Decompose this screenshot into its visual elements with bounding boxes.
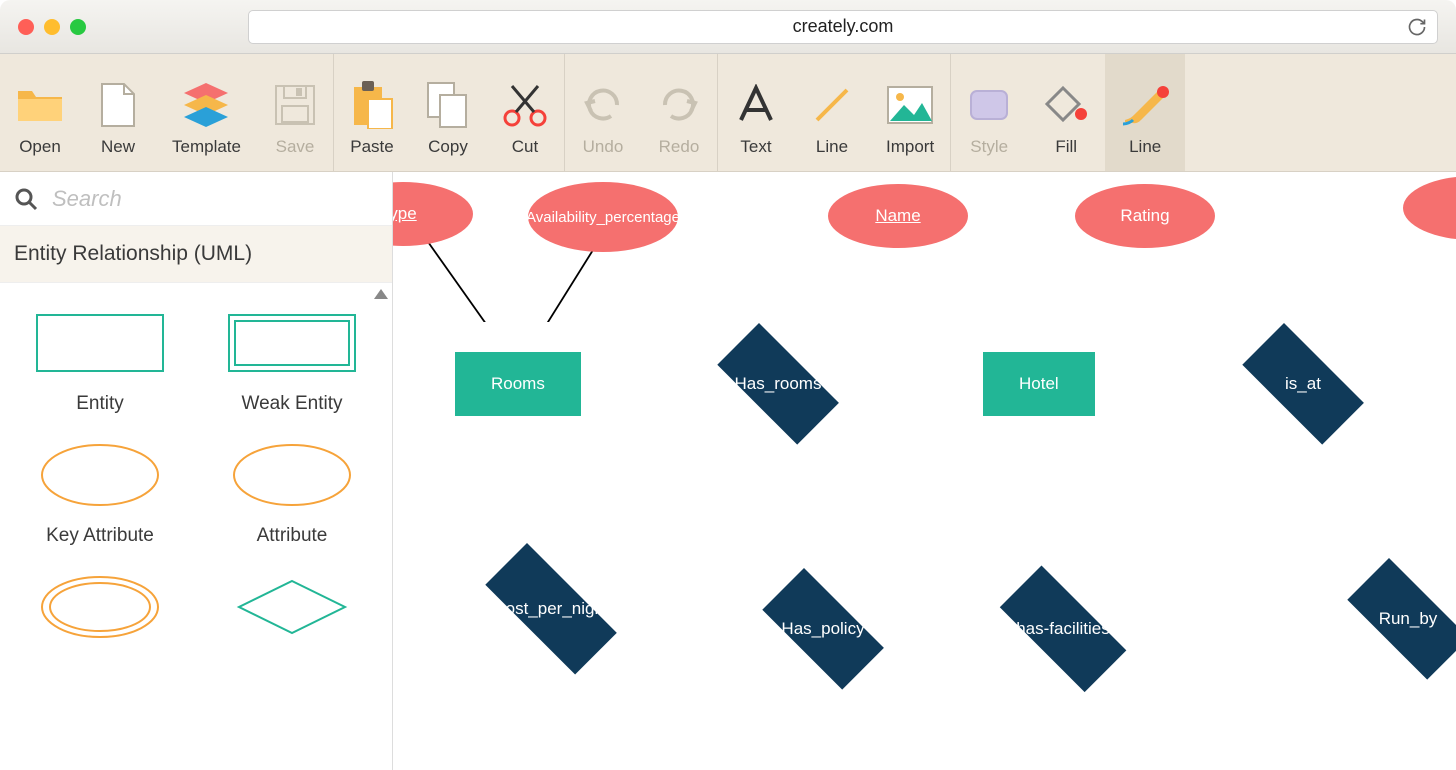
palette-item-key-attribute[interactable]: Key Attribute [8, 439, 192, 547]
window-controls [18, 19, 86, 35]
attribute-name[interactable]: Name [828, 184, 968, 248]
entity-rooms[interactable]: Rooms [455, 352, 581, 416]
pencil-icon [1121, 81, 1169, 129]
style-button[interactable]: Style [951, 54, 1027, 171]
import-button[interactable]: Import [870, 54, 950, 171]
line-icon [811, 81, 853, 129]
cut-label: Cut [512, 137, 538, 157]
attribute-rating[interactable]: Rating [1075, 184, 1215, 248]
palette-item-entity[interactable]: Entity [8, 307, 192, 415]
template-button[interactable]: Template [156, 54, 257, 171]
paint-bucket-icon [1043, 81, 1089, 129]
relationship-has-facilities[interactable]: has-facilities [978, 587, 1148, 671]
line-insert-label: Line [816, 137, 848, 157]
maximize-window-button[interactable] [70, 19, 86, 35]
open-label: Open [19, 137, 61, 157]
palette-section-header[interactable]: Entity Relationship (UML) [0, 226, 392, 283]
palette-item-label: Key Attribute [46, 525, 154, 547]
line-tool-label: Line [1129, 137, 1161, 157]
document-icon [98, 81, 138, 129]
browser-chrome: creately.com [0, 0, 1456, 54]
layers-icon [182, 81, 230, 129]
save-icon [274, 81, 316, 129]
redo-button[interactable]: Redo [641, 54, 717, 171]
attribute-st[interactable]: St [1403, 176, 1456, 240]
relationship-has-policy[interactable]: Has_policy [743, 587, 903, 671]
save-button[interactable]: Save [257, 54, 333, 171]
undo-label: Undo [583, 137, 624, 157]
line-insert-button[interactable]: Line [794, 54, 870, 171]
scissors-icon [502, 81, 548, 129]
palette-item-partial[interactable] [8, 571, 192, 643]
paste-label: Paste [350, 137, 393, 157]
attribute-availability[interactable]: Availability_percentage [528, 182, 678, 252]
text-label: Text [740, 137, 771, 157]
image-icon [886, 81, 934, 129]
shape-sidebar: Entity Relationship (UML) Entity Weak En… [0, 172, 393, 770]
palette-item-partial-2[interactable] [200, 571, 384, 643]
close-window-button[interactable] [18, 19, 34, 35]
reload-icon[interactable] [1407, 17, 1427, 37]
address-bar[interactable]: creately.com [248, 10, 1438, 44]
palette-item-attribute[interactable]: Attribute [200, 439, 384, 547]
save-label: Save [276, 137, 315, 157]
redo-icon [657, 81, 701, 129]
open-button[interactable]: Open [0, 54, 80, 171]
undo-button[interactable]: Undo [565, 54, 641, 171]
import-label: Import [886, 137, 934, 157]
copy-icon [426, 81, 470, 129]
template-label: Template [172, 137, 241, 157]
main-toolbar: Open New Template Save Paste [0, 54, 1456, 172]
new-button[interactable]: New [80, 54, 156, 171]
relationship-is-at[interactable]: is_at [1223, 342, 1383, 426]
line-tool-button[interactable]: Line [1105, 54, 1185, 171]
relationship-has-rooms[interactable]: Has_rooms [698, 342, 858, 426]
minimize-window-button[interactable] [44, 19, 60, 35]
text-icon [735, 81, 777, 129]
folder-icon [16, 81, 64, 129]
clipboard-icon [350, 81, 394, 129]
style-icon [967, 81, 1011, 129]
search-input[interactable] [52, 186, 378, 212]
palette-item-label: Weak Entity [241, 393, 342, 415]
diagram-canvas[interactable]: ype Availability_percentage Name Rating … [393, 172, 1456, 770]
paste-button[interactable]: Paste [334, 54, 410, 171]
redo-label: Redo [659, 137, 700, 157]
fill-label: Fill [1055, 137, 1077, 157]
relationship-run-by[interactable]: Run_by [1328, 577, 1456, 661]
new-label: New [101, 137, 135, 157]
copy-button[interactable]: Copy [410, 54, 486, 171]
relationship-cost-per-night[interactable]: Cost_per_night [461, 567, 641, 651]
search-icon[interactable] [14, 187, 38, 211]
palette-item-label: Entity [76, 393, 124, 415]
palette-item-weak-entity[interactable]: Weak Entity [200, 307, 384, 415]
palette-scroll[interactable]: Entity Weak Entity Key Attribute Attribu… [0, 283, 392, 770]
address-bar-url: creately.com [793, 16, 894, 37]
cut-button[interactable]: Cut [486, 54, 564, 171]
style-label: Style [970, 137, 1008, 157]
scroll-up-icon[interactable] [374, 289, 388, 299]
undo-icon [581, 81, 625, 129]
copy-label: Copy [428, 137, 468, 157]
search-row [0, 172, 392, 226]
fill-button[interactable]: Fill [1027, 54, 1105, 171]
entity-hotel[interactable]: Hotel [983, 352, 1095, 416]
text-tool-button[interactable]: Text [718, 54, 794, 171]
palette-item-label: Attribute [257, 525, 328, 547]
